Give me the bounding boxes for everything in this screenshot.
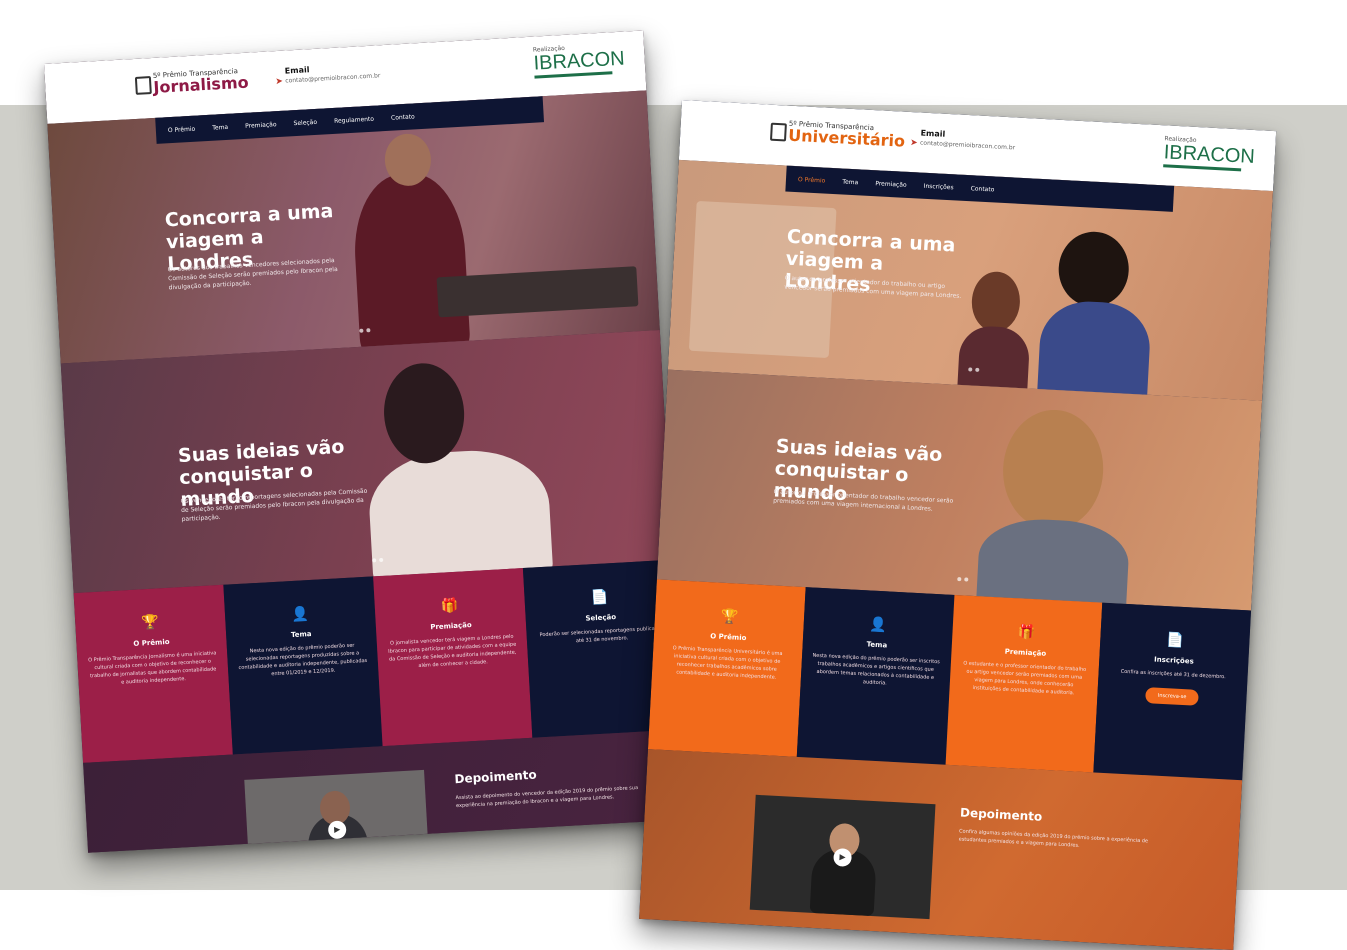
testimonial-title: Depoimento [959,805,1043,824]
slider-dots[interactable] [371,547,386,567]
feature-text: Nesta nova edição do prêmio poderão ser … [812,652,940,687]
feature-text: Nesta nova edição do prêmio poderão ser … [238,642,368,678]
feature-grid: 🏆 O Prêmio O Prêmio Transparência Jornal… [73,559,683,763]
feature-card-premio: 🏆 O Prêmio O Prêmio Transparência Univer… [647,579,806,757]
testimonial-title: Depoimento [454,767,538,787]
site-logo[interactable]: 5º Prêmio Transparência Jornalismo [134,67,250,97]
feature-card-tema: 👤 Tema Nesta nova edição do prêmio poder… [796,587,954,765]
feature-title: O Prêmio [133,637,170,648]
nav-item-contato[interactable]: Contato [391,113,415,121]
trophy-icon: 🏆 [141,614,160,632]
subscribe-button[interactable]: Inscreva-se [1145,687,1199,706]
send-icon: ➤ [275,76,284,88]
feature-card-premiacao: 🎁 Premiação O jornalista vencedor terá v… [373,568,533,747]
document-icon: 📄 [590,589,609,607]
feature-title: Premiação [430,621,472,632]
feature-title: Premiação [1004,647,1047,658]
testimonial-text: Confira algumas opiniões da edição 2019 … [958,828,1149,849]
nav-item-inscricoes[interactable]: Inscrições [924,183,954,192]
nav-item-tema[interactable]: Tema [842,179,858,187]
feature-title: Inscrições [1153,655,1194,666]
feature-text: O Prêmio Transparência Jornalismo é uma … [88,650,217,686]
nav-item-regulamento[interactable]: Regulamento [334,116,374,125]
send-icon: ➤ [909,138,918,149]
person-icon: 👤 [290,606,310,624]
gift-icon: 🎁 [1017,624,1036,642]
slider-dots[interactable] [957,566,972,586]
feature-title: Seleção [585,612,617,623]
trophy-icon: 🏆 [720,608,739,626]
feature-card-inscricoes: 📄 Inscrições Confira as inscrições até 3… [1093,602,1252,781]
feature-text: O Prêmio Transparência Universitário é u… [672,645,783,681]
nav-item-premio[interactable]: O Prêmio [798,176,826,184]
feature-card-tema: 👤 Tema Nesta nova edição do prêmio poder… [223,576,383,755]
woman-photo [366,446,554,587]
document-icon [134,76,152,95]
student-man-photo [1036,299,1152,401]
feature-title: Tema [866,640,888,650]
website-mockup-universitario: 5º Prêmio Transparência Universitário ➤ … [639,100,1277,950]
person-icon: 👤 [868,616,888,634]
hero-slide-2: Suas ideias vão conquistar o mundo O aut… [656,369,1263,611]
desk-photo [436,266,639,318]
site-logo[interactable]: 5º Prêmio Transparência Universitário [769,120,906,151]
student-man-head [1056,229,1131,309]
feature-text: Poderão ser selecionadas reportagens pub… [539,625,664,645]
document-icon: 📄 [1165,632,1185,649]
graduation-cap-icon [769,122,787,142]
feature-card-premiacao: 🎁 Premiação O estudante e o professor or… [945,594,1103,773]
logo-title: Jornalismo [152,72,250,97]
header-email: ➤ Email contato@premioibracon.com.br [910,129,1016,152]
sponsor-name: IBRACON [1163,141,1256,169]
feature-card-premio: 🏆 O Prêmio O Prêmio Transparência Jornal… [73,584,233,763]
feature-text: O jornalista vencedor terá viagem a Lond… [388,633,517,670]
nav-item-selecao[interactable]: Seleção [293,119,317,127]
nav-item-premiacao[interactable]: Premiação [245,121,277,130]
video-player[interactable]: ▶ [749,794,936,920]
nav-item-premiacao[interactable]: Premiação [875,180,907,189]
sponsor-name: IBRACON [533,47,626,75]
testimonial-text: Assista ao depoimento do vencedor da edi… [455,784,639,810]
feature-text: Confira as inscrições até 31 de dezembro… [1120,668,1226,681]
slider-dots[interactable] [359,317,374,337]
student-girl-head [1000,407,1107,533]
logo-title: Universitário [787,125,906,151]
feature-title: Tema [290,629,312,640]
testimonial-section: ▶ Depoimento Confira algumas opiniões da… [639,749,1243,950]
sponsor-logo[interactable]: Realização IBRACON [533,42,626,79]
play-icon[interactable]: ▶ [833,847,853,867]
feature-text: O estudante e o professor orientador do … [963,660,1087,697]
slider-dots[interactable] [968,356,983,376]
nav-item-premio[interactable]: O Prêmio [168,126,196,135]
nav-item-contato[interactable]: Contato [970,185,994,193]
gift-icon: 🎁 [440,597,460,615]
header-email: ➤ Email contato@premioibracon.com.br [275,61,380,87]
feature-grid: 🏆 O Prêmio O Prêmio Transparência Univer… [647,579,1252,781]
website-mockup-jornalismo: 5º Prêmio Transparência Jornalismo ➤ Ema… [44,30,688,853]
feature-title: O Prêmio [710,632,747,643]
hero-slide-2: Suas ideias vão conquistar o mundo Os ve… [60,330,673,594]
nav-item-tema[interactable]: Tema [212,124,228,132]
student-woman-head [970,270,1022,333]
woman-head [381,361,467,466]
sponsor-logo[interactable]: Realização IBRACON [1163,135,1256,172]
